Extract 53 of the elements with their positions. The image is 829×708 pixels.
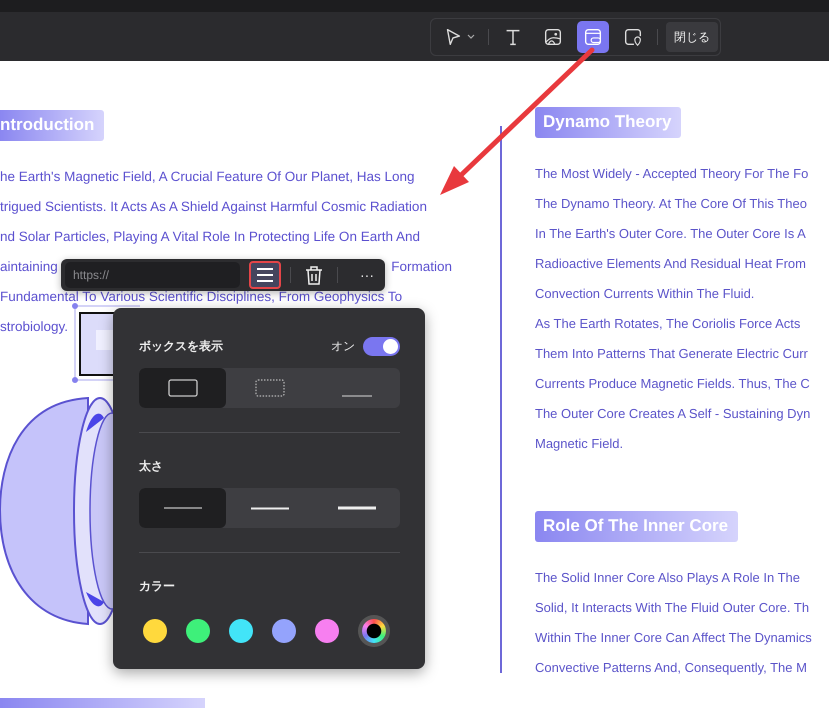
section-label: カラー — [139, 578, 176, 595]
trash-icon — [305, 265, 324, 285]
link-box-tool[interactable] — [577, 21, 609, 53]
section-heading: ntroduction — [0, 110, 104, 141]
paragraph-line: As The Earth Rotates, The Coriolis Force Acts — [535, 315, 802, 333]
style-option[interactable] — [139, 368, 226, 408]
section-heading: Role Of The Inner Core — [535, 511, 738, 542]
paragraph-line: The Most Widely - Accepted Theory For The Fo — [535, 165, 810, 183]
paragraph-line: nd Solar Particles, Playing A Vital Role In Protecting Life On Earth And — [0, 228, 420, 246]
color-picker-button[interactable] — [362, 619, 386, 643]
color-swatch[interactable] — [143, 619, 167, 643]
color-swatch[interactable] — [315, 619, 339, 643]
paragraph-line: Radioactive Elements And Residual Heat From — [535, 255, 807, 273]
link-box-icon — [582, 26, 604, 48]
paragraph-line: strobiology. — [0, 318, 68, 336]
image-icon — [542, 26, 564, 48]
paragraph-line: Formation — [391, 258, 452, 276]
paragraph-line: Currents Produce Magnetic Fields. Thus, The C — [535, 375, 811, 393]
menu-button[interactable] — [249, 261, 282, 289]
paragraph-line: The Dynamo Theory. At The Core Of This Theo — [535, 195, 808, 213]
dotted-box-icon — [254, 379, 284, 397]
paragraph-line: aintaining — [0, 258, 58, 276]
solid-box-icon — [168, 379, 198, 397]
paragraph-line: Within The Inner Core Can Affect The Dynamics — [535, 629, 812, 647]
color-swatch[interactable] — [186, 619, 210, 643]
paragraph-line: he Earth's Magnetic Field, A Crucial Feature Of Our Planet, Has Long — [0, 168, 415, 186]
section-label: 太さ — [139, 458, 164, 475]
location-pin-icon — [622, 26, 644, 48]
paragraph-line: Fundamental To Various Scientific Disciplines, From Geophysics To — [0, 288, 402, 306]
color-swatch[interactable] — [272, 619, 296, 643]
paragraph-line: Magnetic Field. — [535, 435, 624, 453]
more-button[interactable]: ··· — [353, 261, 381, 289]
paragraph-line: In The Earth's Outer Core. The Outer Core Is A — [535, 225, 807, 243]
thin-line-icon — [164, 507, 202, 509]
paragraph-line: Them Into Patterns That Generate Electric Curr — [535, 345, 809, 363]
section-label: ボックスを表示 — [139, 338, 224, 354]
thick-line-icon — [338, 506, 376, 510]
underline-icon — [342, 395, 372, 397]
url-field[interactable]: https:// — [65, 262, 240, 288]
paragraph-line: The Outer Core Creates A Self - Sustaining Dyn — [535, 405, 812, 423]
paragraph-line: Convection Currents Within The Fluid. — [535, 285, 756, 303]
medium-line-icon — [250, 506, 288, 510]
section-heading: Dynamo Theory — [535, 107, 682, 138]
box-toggle[interactable] — [363, 336, 400, 356]
paragraph-line: The Solid Inner Core Also Plays A Role In The — [535, 569, 801, 587]
menu-icon — [256, 267, 274, 283]
caret-icon — [467, 34, 475, 40]
paragraph-line: Convective Patterns And, Consequently, The M — [535, 659, 808, 677]
toggle-label: オン — [331, 338, 355, 354]
close-button[interactable]: 閉じる — [666, 22, 718, 52]
paragraph-line: trigued Scientists. It Acts As A Shield Against Harmful Cosmic Radiation — [0, 198, 427, 216]
color-swatch[interactable] — [229, 619, 253, 643]
paragraph-line: Solid, It Interacts With The Fluid Outer Core. Th — [535, 599, 810, 617]
